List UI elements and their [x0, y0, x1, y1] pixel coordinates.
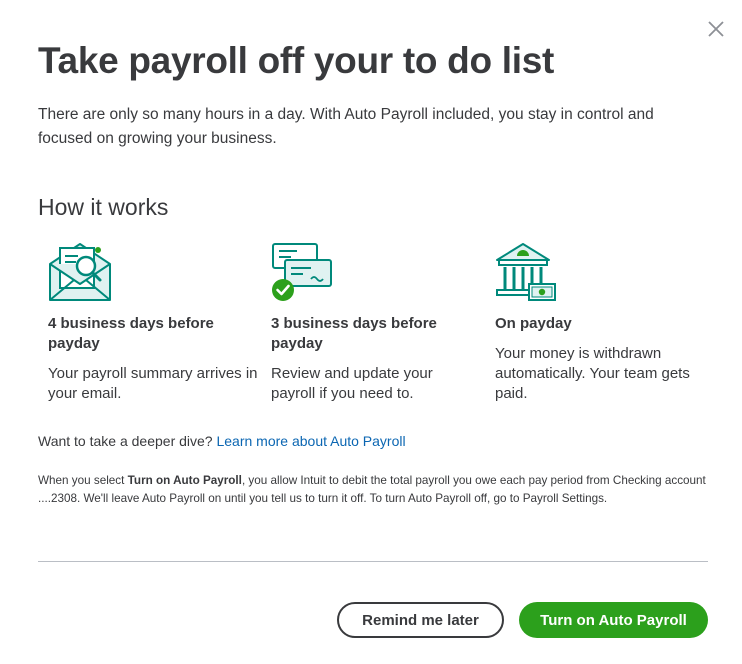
step-title: 3 business days before payday	[271, 315, 437, 352]
close-icon	[708, 21, 724, 37]
learn-more-link[interactable]: Learn more about Auto Payroll	[216, 433, 405, 449]
disclaimer-prefix: When you select	[38, 474, 128, 487]
step-description: Your payroll summary arrives in your ema…	[48, 365, 258, 402]
step-title: On payday	[495, 315, 572, 332]
deeper-dive-prompt: Want to take a deeper dive?	[38, 433, 213, 449]
auto-payroll-disclaimer: When you select Turn on Auto Payroll, yo…	[38, 472, 710, 507]
envelope-search-icon	[48, 240, 258, 304]
how-it-works-heading: How it works	[38, 194, 169, 220]
close-button[interactable]	[706, 19, 726, 39]
step-description: Review and update your payroll if you ne…	[271, 365, 433, 402]
step-email-summary: 4 business days before payday Your payro…	[48, 240, 258, 404]
step-description: Your money is withdrawn automatically. Y…	[495, 345, 690, 402]
footer-divider	[38, 561, 708, 562]
step-review-payroll: 3 business days before payday Review and…	[271, 240, 481, 404]
turn-on-auto-payroll-button[interactable]: Turn on Auto Payroll	[519, 602, 708, 638]
bank-payment-icon	[495, 240, 705, 304]
remind-me-later-button[interactable]: Remind me later	[337, 602, 504, 638]
step-title: 4 business days before payday	[48, 315, 214, 352]
disclaimer-emphasis: Turn on Auto Payroll	[127, 474, 242, 487]
dialog-intro: There are only so many hours in a day. W…	[38, 106, 654, 147]
checks-review-icon	[271, 240, 481, 304]
dialog-title: Take payroll off your to do list	[38, 40, 554, 81]
step-payday: On payday Your money is withdrawn automa…	[495, 240, 705, 404]
deeper-dive-row: Want to take a deeper dive? Learn more a…	[38, 433, 406, 449]
